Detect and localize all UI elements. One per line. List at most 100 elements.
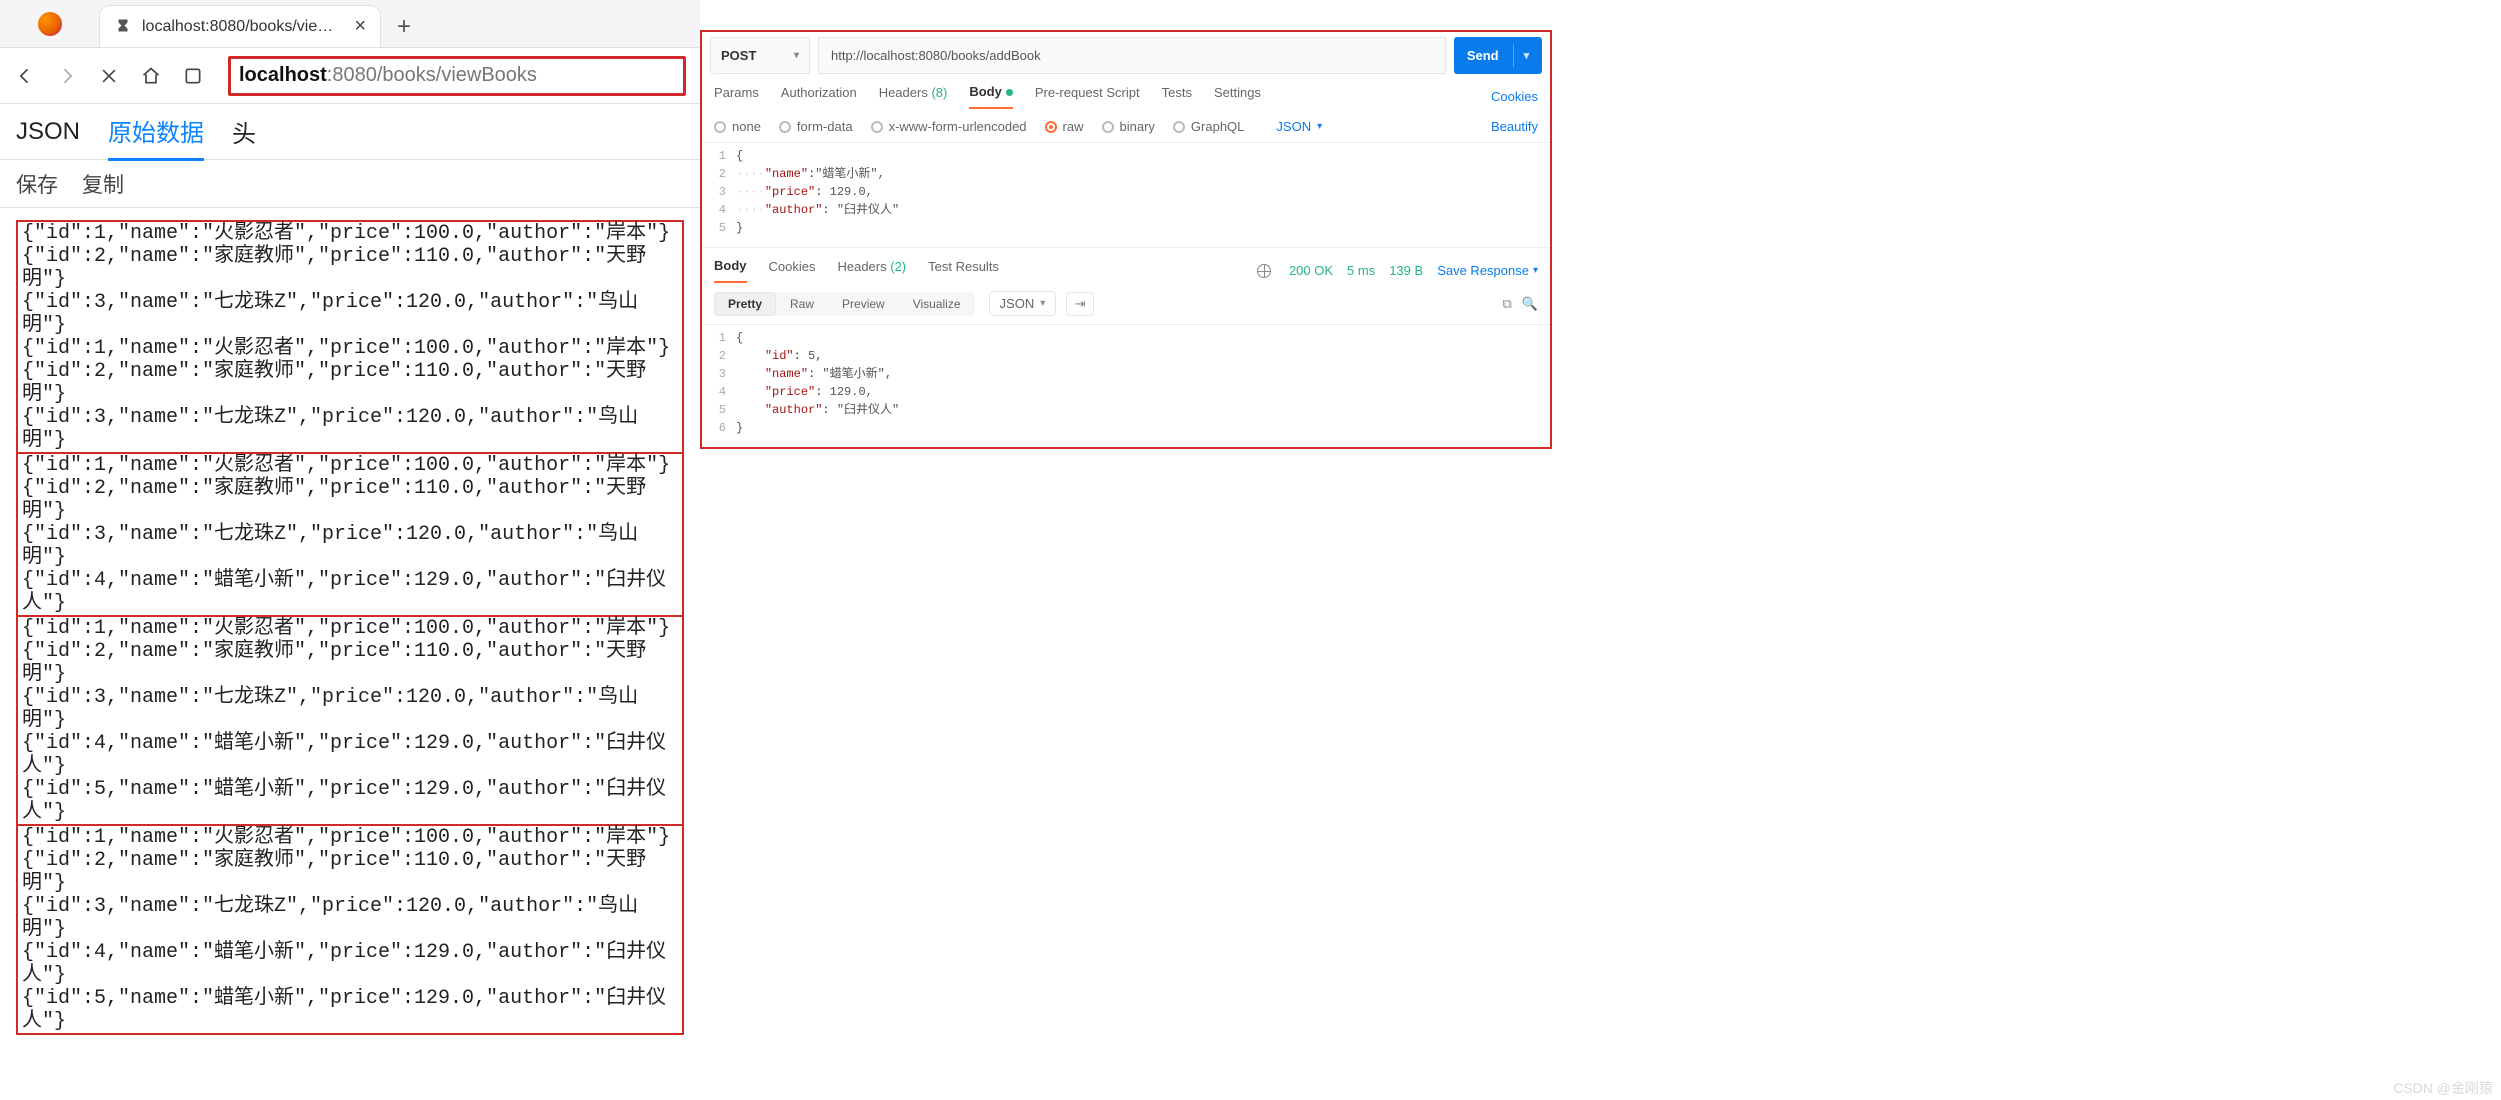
json-line: {"id":2,"name":"家庭教师","price":110.0,"aut… bbox=[22, 477, 678, 523]
browser-tabbar: localhost:8080/books/viewBo × + bbox=[0, 0, 700, 48]
view-visualize[interactable]: Visualize bbox=[899, 292, 975, 316]
url-bar[interactable]: localhost:8080/books/viewBooks bbox=[228, 56, 686, 96]
tab-headers[interactable]: Headers (8) bbox=[879, 85, 948, 108]
chevron-down-icon: ▾ bbox=[1533, 265, 1538, 276]
copy-response-icon[interactable]: ⧉ bbox=[1503, 296, 1512, 312]
url-text: localhost:8080/books/viewBooks bbox=[231, 64, 537, 87]
cookies-link[interactable]: Cookies bbox=[1491, 89, 1538, 104]
json-line: {"id":1,"name":"火影忍者","price":100.0,"aut… bbox=[22, 222, 678, 245]
status-time: 5 ms bbox=[1347, 263, 1375, 278]
search-response-icon[interactable]: 🔍 bbox=[1522, 296, 1538, 312]
radio-binary[interactable]: binary bbox=[1102, 119, 1155, 134]
body-lang-select[interactable]: JSON ▾ bbox=[1276, 119, 1322, 134]
browser-navbar: localhost:8080/books/viewBooks bbox=[0, 48, 700, 104]
tab-authorization[interactable]: Authorization bbox=[781, 85, 857, 108]
response-group: {"id":1,"name":"火影忍者","price":100.0,"aut… bbox=[16, 452, 684, 617]
view-preview[interactable]: Preview bbox=[828, 292, 899, 316]
resp-tab-test-results[interactable]: Test Results bbox=[928, 259, 999, 282]
tab-settings[interactable]: Settings bbox=[1214, 85, 1261, 108]
response-status: 200 OK 5 ms 139 B Save Response ▾ bbox=[1257, 263, 1538, 278]
send-button[interactable]: Send ▾ bbox=[1454, 37, 1542, 74]
json-viewer-actions: 保存 复制 bbox=[0, 160, 700, 208]
json-line: {"id":1,"name":"火影忍者","price":100.0,"aut… bbox=[22, 826, 678, 849]
send-label: Send bbox=[1467, 48, 1499, 63]
radio-none[interactable]: none bbox=[714, 119, 761, 134]
json-line: {"id":1,"name":"火影忍者","price":100.0,"aut… bbox=[22, 617, 678, 640]
browser-tab[interactable]: localhost:8080/books/viewBo × bbox=[100, 6, 380, 47]
wrap-lines-icon[interactable]: ⇥ bbox=[1066, 292, 1094, 316]
browser-window: localhost:8080/books/viewBo × + localhos… bbox=[0, 0, 700, 1055]
back-button[interactable] bbox=[14, 65, 36, 87]
resp-tab-body[interactable]: Body bbox=[714, 258, 747, 283]
postman-panel: POST ▾ http://localhost:8080/books/addBo… bbox=[700, 30, 1552, 449]
response-group: {"id":1,"name":"火影忍者","price":100.0,"aut… bbox=[16, 220, 684, 454]
request-code: {····"name":"蜡笔小新",····"price": 129.0,··… bbox=[736, 147, 1550, 237]
send-chevron-icon[interactable]: ▾ bbox=[1513, 44, 1530, 66]
view-mode-group: Pretty Raw Preview Visualize bbox=[714, 292, 975, 316]
view-pretty[interactable]: Pretty bbox=[714, 292, 776, 316]
chevron-down-icon: ▾ bbox=[1040, 298, 1045, 309]
new-tab-button[interactable]: + bbox=[380, 6, 428, 47]
json-tab[interactable]: JSON bbox=[16, 118, 80, 156]
raw-response-body: {"id":1,"name":"火影忍者","price":100.0,"aut… bbox=[0, 208, 700, 1055]
headers-tab[interactable]: 头 bbox=[232, 114, 256, 159]
stop-reload-button[interactable] bbox=[98, 65, 120, 87]
request-gutter: 12345 bbox=[702, 147, 736, 237]
json-line: {"id":2,"name":"家庭教师","price":110.0,"aut… bbox=[22, 360, 678, 406]
request-url-input[interactable]: http://localhost:8080/books/addBook bbox=[818, 37, 1446, 74]
response-code: { "id": 5, "name": "蜡笔小新", "price": 129.… bbox=[736, 329, 1550, 437]
response-tabs: Body Cookies Headers (2) Test Results 20… bbox=[702, 248, 1550, 283]
request-body-editor[interactable]: 12345 {····"name":"蜡笔小新",····"price": 12… bbox=[702, 143, 1550, 247]
resp-tab-cookies[interactable]: Cookies bbox=[769, 259, 816, 282]
close-tab-icon[interactable]: × bbox=[348, 15, 366, 38]
response-tools: ⧉ 🔍 bbox=[1503, 296, 1538, 312]
beautify-button[interactable]: Beautify bbox=[1491, 119, 1538, 134]
json-line: {"id":2,"name":"家庭教师","price":110.0,"aut… bbox=[22, 640, 678, 686]
site-info-icon[interactable] bbox=[182, 65, 204, 87]
http-method-select[interactable]: POST ▾ bbox=[710, 37, 810, 74]
json-line: {"id":5,"name":"蜡笔小新","price":129.0,"aut… bbox=[22, 987, 678, 1033]
json-line: {"id":4,"name":"蜡笔小新","price":129.0,"aut… bbox=[22, 941, 678, 987]
response-group: {"id":1,"name":"火影忍者","price":100.0,"aut… bbox=[16, 824, 684, 1035]
json-line: {"id":3,"name":"七龙珠Z","price":120.0,"aut… bbox=[22, 686, 678, 732]
json-line: {"id":2,"name":"家庭教师","price":110.0,"aut… bbox=[22, 245, 678, 291]
status-size: 139 B bbox=[1389, 263, 1423, 278]
tab-tests[interactable]: Tests bbox=[1162, 85, 1192, 108]
globe-icon[interactable] bbox=[1257, 264, 1271, 278]
request-tabs: Params Authorization Headers (8) Body Pr… bbox=[702, 74, 1550, 109]
tab-prerequest[interactable]: Pre-request Script bbox=[1035, 85, 1140, 108]
response-gutter: 123456 bbox=[702, 329, 736, 437]
body-type-radios: none form-data x-www-form-urlencoded raw… bbox=[702, 109, 1550, 143]
forward-button[interactable] bbox=[56, 65, 78, 87]
radio-form-data[interactable]: form-data bbox=[779, 119, 853, 134]
http-method-label: POST bbox=[721, 48, 756, 63]
json-line: {"id":3,"name":"七龙珠Z","price":120.0,"aut… bbox=[22, 523, 678, 569]
tab-title: localhost:8080/books/viewBo bbox=[142, 18, 338, 36]
response-lang-select[interactable]: JSON ▾ bbox=[989, 291, 1057, 316]
firefox-logo-area bbox=[0, 0, 100, 47]
save-button[interactable]: 保存 bbox=[16, 169, 58, 199]
radio-graphql[interactable]: GraphQL bbox=[1173, 119, 1244, 134]
view-raw[interactable]: Raw bbox=[776, 292, 828, 316]
json-line: {"id":5,"name":"蜡笔小新","price":129.0,"aut… bbox=[22, 778, 678, 824]
raw-data-tab[interactable]: 原始数据 bbox=[108, 113, 204, 161]
response-body-viewer: 123456 { "id": 5, "name": "蜡笔小新", "price… bbox=[702, 325, 1550, 447]
resp-tab-headers[interactable]: Headers (2) bbox=[837, 259, 906, 282]
json-viewer-tabs: JSON 原始数据 头 bbox=[0, 104, 700, 160]
json-line: {"id":3,"name":"七龙珠Z","price":120.0,"aut… bbox=[22, 895, 678, 941]
radio-raw[interactable]: raw bbox=[1045, 119, 1084, 134]
json-line: {"id":3,"name":"七龙珠Z","price":120.0,"aut… bbox=[22, 406, 678, 452]
watermark: CSDN @金刚猿 bbox=[2393, 1078, 2493, 1098]
json-line: {"id":4,"name":"蜡笔小新","price":129.0,"aut… bbox=[22, 732, 678, 778]
json-line: {"id":4,"name":"蜡笔小新","price":129.0,"aut… bbox=[22, 569, 678, 615]
request-url-text: http://localhost:8080/books/addBook bbox=[831, 48, 1041, 63]
tab-body[interactable]: Body bbox=[969, 84, 1013, 109]
home-button[interactable] bbox=[140, 65, 162, 87]
json-line: {"id":2,"name":"家庭教师","price":110.0,"aut… bbox=[22, 849, 678, 895]
save-response-button[interactable]: Save Response ▾ bbox=[1437, 263, 1538, 278]
hourglass-icon bbox=[114, 18, 132, 36]
radio-xwww[interactable]: x-www-form-urlencoded bbox=[871, 119, 1027, 134]
status-code: 200 OK bbox=[1289, 263, 1333, 278]
copy-button[interactable]: 复制 bbox=[82, 169, 124, 199]
tab-params[interactable]: Params bbox=[714, 85, 759, 108]
